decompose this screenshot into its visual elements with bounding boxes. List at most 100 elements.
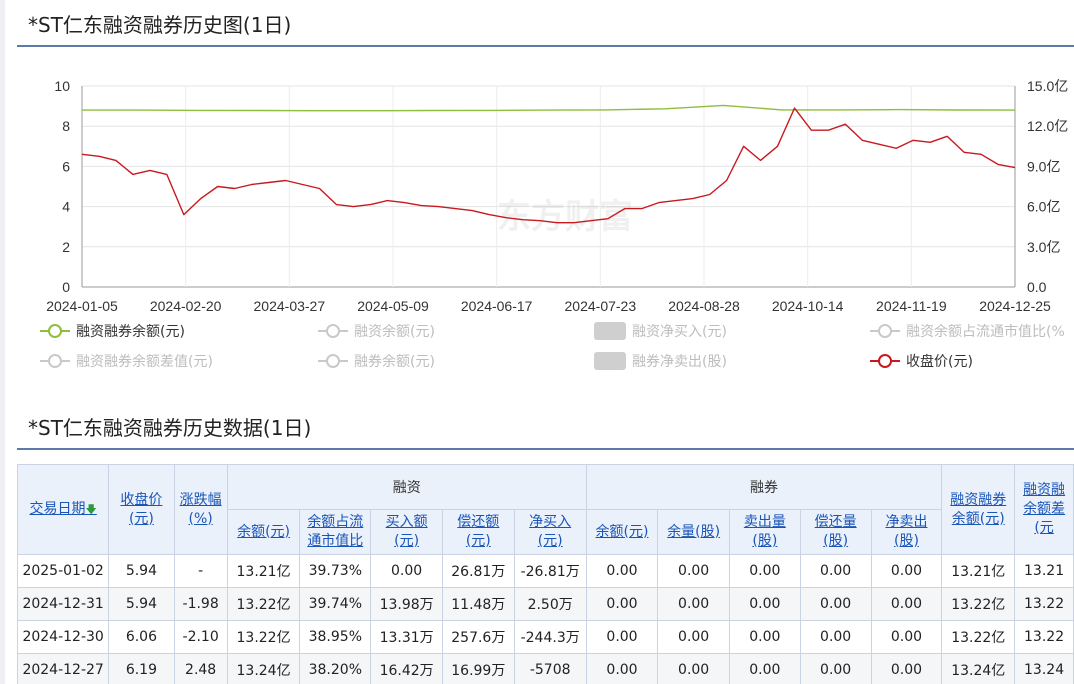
legend-item-6[interactable]: 融券净卖出(股) <box>594 351 727 371</box>
header-fin-col-3[interactable]: 偿还额 (元) <box>441 509 515 555</box>
cell-sec-0: 0.00 <box>585 554 659 588</box>
x-axis-tick-label: 2024-06-17 <box>461 298 533 314</box>
header-close-price[interactable]: 收盘价 (元) <box>108 464 175 555</box>
legend-item-5[interactable]: 融券余额(元) <box>318 351 435 371</box>
cell-date: 2025-01-02 <box>16 554 110 588</box>
cell-sec-4: 0.00 <box>870 587 943 621</box>
cell-sec-2: 0.00 <box>728 653 801 684</box>
sort-down-arrow-icon[interactable]: 🡇 <box>85 503 96 516</box>
header-change-pct[interactable]: 涨跌幅 (%) <box>173 464 228 555</box>
cell-fin-4: 2.50万 <box>513 587 587 621</box>
cell-date: 2024-12-27 <box>16 653 110 684</box>
legend-label: 融资融券余额(元) <box>76 324 185 340</box>
cell-diff: 13.24 <box>1014 653 1074 684</box>
cell-fin-3: 257.6万 <box>441 620 515 654</box>
legend-label: 融资余额(元) <box>354 324 435 340</box>
cell-close: 6.06 <box>108 620 175 654</box>
legend-item-4[interactable]: 融资融券余额差值(元) <box>40 351 213 371</box>
right-axis-tick-label: 0.0 <box>1027 279 1047 295</box>
legend-item-3[interactable]: 融资余额占流通市值比(% <box>870 321 1065 341</box>
cell-fin-0: 13.22亿 <box>226 620 301 654</box>
x-axis-tick-label: 2024-11-19 <box>876 298 947 314</box>
x-axis-tick-label: 2024-08-28 <box>668 298 740 314</box>
cell-fin-1: 39.74% <box>299 587 372 621</box>
cell-sec-4: 0.00 <box>870 620 943 654</box>
cell-fin-2: 0.00 <box>370 554 443 588</box>
cell-sec-4: 0.00 <box>870 554 943 588</box>
left-axis-tick-label: 8 <box>62 118 70 134</box>
header-group-financing: 融资 <box>226 464 587 510</box>
x-axis-tick-label: 2024-05-09 <box>357 298 429 314</box>
cell-fin-3: 16.99万 <box>441 653 515 684</box>
legend-item-2[interactable]: 融资净买入(元) <box>594 321 727 341</box>
right-axis-tick-label: 12.0亿 <box>1027 118 1068 134</box>
x-axis-tick-label: 2024-07-23 <box>565 298 637 314</box>
cell-total: 13.24亿 <box>941 653 1016 684</box>
header-sec-col-0[interactable]: 余额(元) <box>585 509 659 555</box>
table-row: 2024-12-30 6.06 -2.10 13.22亿 38.95% 13.31万 257… <box>16 620 1074 654</box>
cell-sec-0: 0.00 <box>585 653 659 684</box>
right-axis-tick-label: 6.0亿 <box>1027 199 1060 215</box>
cell-sec-4: 0.00 <box>870 653 943 684</box>
header-fin-col-0[interactable]: 余额(元) <box>226 509 301 555</box>
cell-fin-3: 11.48万 <box>441 587 515 621</box>
header-group-securities: 融券 <box>585 464 943 510</box>
legend-swatch-icon <box>594 322 626 340</box>
legend-label: 收盘价(元) <box>906 354 973 370</box>
cell-sec-2: 0.00 <box>728 587 801 621</box>
cell-fin-2: 13.98万 <box>370 587 443 621</box>
cell-date: 2024-12-31 <box>16 587 110 621</box>
legend-line-circle-icon <box>870 324 900 338</box>
legend-item-7[interactable]: 收盘价(元) <box>870 351 973 371</box>
x-axis-tick-label: 2024-12-25 <box>979 298 1051 314</box>
cell-total: 13.21亿 <box>941 554 1016 588</box>
header-fin-col-4[interactable]: 净买入 (元) <box>513 509 587 555</box>
header-sec-col-2[interactable]: 卖出量 (股) <box>728 509 801 555</box>
legend-line-circle-icon <box>40 354 70 368</box>
table-row: 2024-12-27 6.19 2.48 13.24亿 38.20% 16.42万 16.9… <box>16 653 1074 684</box>
cell-sec-3: 0.00 <box>799 587 872 621</box>
cell-sec-3: 0.00 <box>799 620 872 654</box>
x-axis-tick-label: 2024-01-05 <box>46 298 118 314</box>
cell-sec-1: 0.00 <box>657 587 730 621</box>
table-section-title: *ST仁东融资融券历史数据(1日) <box>28 416 312 440</box>
header-sec-col-3[interactable]: 偿还量 (股) <box>799 509 872 555</box>
cell-sec-2: 0.00 <box>728 554 801 588</box>
x-axis-tick-label: 2024-03-27 <box>254 298 326 314</box>
header-trade-date[interactable]: 交易日期🡇 <box>16 464 110 555</box>
cell-sec-3: 0.00 <box>799 554 872 588</box>
x-axis-tick-label: 2024-10-14 <box>772 298 844 314</box>
legend-item-1[interactable]: 融资余额(元) <box>318 321 435 341</box>
header-fin-col-1[interactable]: 余额占流 通市值比 <box>299 509 372 555</box>
cell-sec-0: 0.00 <box>585 620 659 654</box>
cell-total: 13.22亿 <box>941 620 1016 654</box>
cell-fin-2: 16.42万 <box>370 653 443 684</box>
cell-fin-1: 39.73% <box>299 554 372 588</box>
header-sec-col-4[interactable]: 净卖出 (股) <box>870 509 943 555</box>
cell-fin-4: -5708 <box>513 653 587 684</box>
header-balance-diff[interactable]: 融资融 余额差 (元 <box>1014 464 1074 555</box>
cell-diff: 13.22 <box>1014 620 1074 654</box>
cell-close: 5.94 <box>108 587 175 621</box>
table-row: 2024-12-31 5.94 -1.98 13.22亿 39.74% 13.98万 11.… <box>16 587 1074 621</box>
right-axis-tick-label: 15.0亿 <box>1027 78 1068 94</box>
header-total-balance[interactable]: 融资融券 余额(元) <box>941 464 1016 555</box>
series-line-0 <box>82 104 1016 112</box>
cell-fin-2: 13.31万 <box>370 620 443 654</box>
left-axis-tick-label: 0 <box>62 279 70 295</box>
legend-line-circle-icon <box>40 324 70 338</box>
cell-close: 6.19 <box>108 653 175 684</box>
cell-change: -2.10 <box>173 620 228 654</box>
cell-change: 2.48 <box>173 653 228 684</box>
legend-label: 融资净买入(元) <box>632 324 727 340</box>
cell-sec-3: 0.00 <box>799 653 872 684</box>
cell-fin-0: 13.21亿 <box>226 554 301 588</box>
legend-line-circle-icon <box>318 324 348 338</box>
legend-item-0[interactable]: 融资融券余额(元) <box>40 321 185 341</box>
header-sec-col-1[interactable]: 余量(股) <box>657 509 730 555</box>
right-axis-tick-label: 9.0亿 <box>1027 158 1060 174</box>
header-fin-col-2[interactable]: 买入额 (元) <box>370 509 443 555</box>
margin-data-table: 交易日期🡇 收盘价 (元) 涨跌幅 (%) 融资 融券 融资融券 余额(元) 融资融余… <box>16 464 1074 684</box>
cell-fin-0: 13.22亿 <box>226 587 301 621</box>
left-axis-tick-label: 10 <box>54 78 70 94</box>
